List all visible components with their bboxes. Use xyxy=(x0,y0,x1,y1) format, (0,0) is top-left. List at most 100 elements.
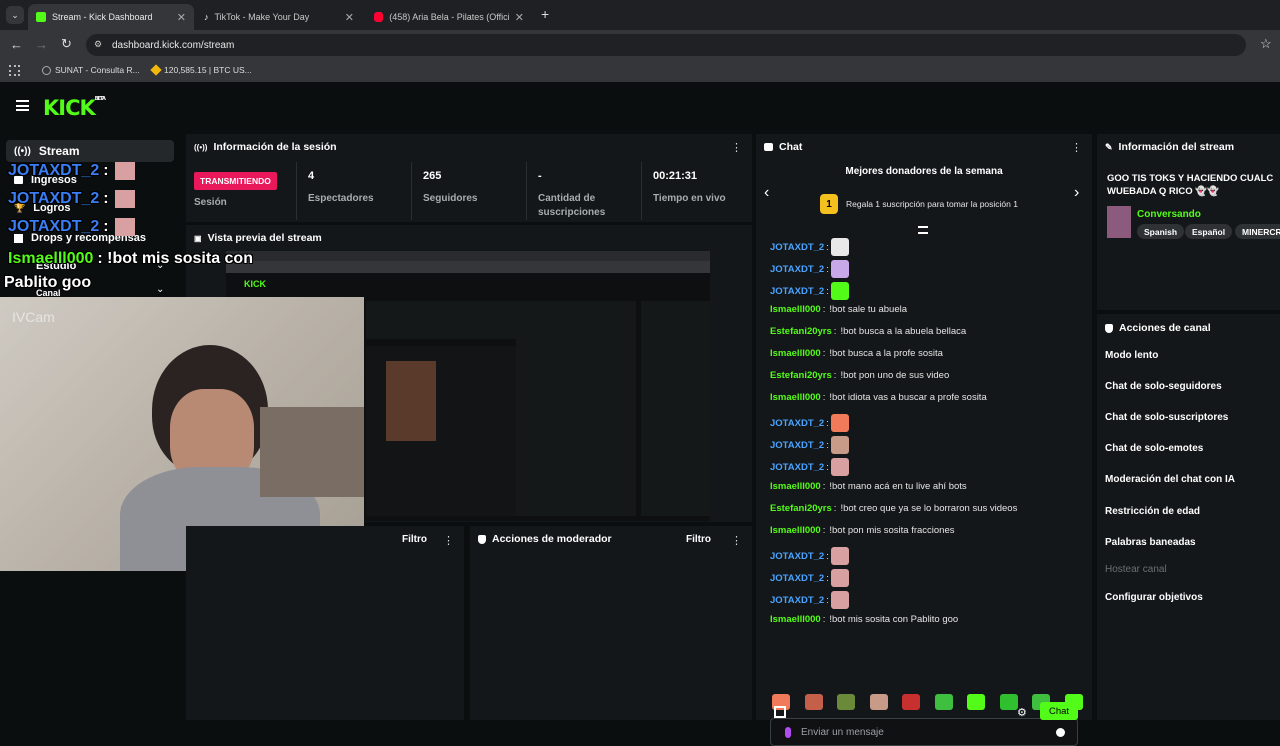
kebab-menu-icon[interactable]: ⋮ xyxy=(1071,141,1082,154)
gear-icon[interactable]: ⚙ xyxy=(1017,706,1027,719)
channel-action-item[interactable]: Moderación del chat con IA xyxy=(1105,474,1235,485)
chat-message[interactable]: Ismaelll000: !bot idiota vas a buscar a p… xyxy=(770,392,987,403)
chat-message[interactable]: JOTAXDT_2: xyxy=(770,414,849,432)
chat-message[interactable]: Estefani20yrs: !bot creo que ya se lo bor… xyxy=(770,503,1017,514)
ivcam-watermark: IVCam xyxy=(12,309,55,325)
chat-username[interactable]: JOTAXDT_2 xyxy=(770,418,824,429)
chat-message[interactable]: JOTAXDT_2: xyxy=(770,569,849,587)
chat-separator: : xyxy=(826,439,829,451)
quick-emote-icon[interactable] xyxy=(999,694,1018,710)
collapse-icon[interactable] xyxy=(918,226,928,234)
chat-username[interactable]: Ismaelll000 xyxy=(770,614,821,625)
channel-action-item[interactable]: Modo lento xyxy=(1105,350,1158,361)
site-info-icon[interactable]: ⚙ xyxy=(94,39,102,50)
tab-list-chevron-icon[interactable]: ⌄ xyxy=(6,6,24,24)
stream-info-panel: ✎ Información del stream GOO TIS TOKS Y … xyxy=(1097,134,1280,310)
filter-button[interactable]: Filtro xyxy=(686,534,711,545)
chat-username[interactable]: JOTAXDT_2 xyxy=(770,440,824,451)
pink-emote-icon xyxy=(830,547,849,565)
chat-message[interactable]: JOTAXDT_2: xyxy=(770,282,849,300)
channel-action-item[interactable]: Chat de solo-seguidores xyxy=(1105,381,1222,392)
browser-tab-youtube[interactable]: (458) Aria Bela - Pilates (Officia ✕ xyxy=(366,4,532,30)
chat-message[interactable]: Ismaelll000: !bot mis sosita con Pablito … xyxy=(770,614,958,625)
chat-message[interactable]: Estefani20yrs: !bot busca a la abuela bel… xyxy=(770,326,966,337)
chat-username[interactable]: JOTAXDT_2 xyxy=(770,264,824,275)
chat-username[interactable]: JOTAXDT_2 xyxy=(770,242,824,253)
bookmark-star-icon[interactable]: ☆ xyxy=(1260,36,1272,52)
gift-icon[interactable] xyxy=(774,706,786,718)
chat-username[interactable]: Estefani20yrs xyxy=(770,326,832,337)
quick-emote-icon[interactable] xyxy=(934,694,953,710)
chat-message[interactable]: JOTAXDT_2: xyxy=(770,436,849,454)
channel-action-item[interactable]: Chat de solo-emotes xyxy=(1105,443,1203,454)
bookmark-btc[interactable]: 120,585.15 | BTC US... xyxy=(150,64,252,76)
bookmark-sunat[interactable]: SUNAT - Consulta R... xyxy=(42,65,140,75)
chevron-left-icon[interactable]: ‹ xyxy=(764,184,769,202)
reload-icon[interactable]: ↻ xyxy=(61,36,72,52)
chat-username[interactable]: JOTAXDT_2 xyxy=(770,573,824,584)
shield-icon xyxy=(1105,323,1113,333)
chevron-down-icon[interactable]: ⌄ xyxy=(156,284,164,295)
chat-username[interactable]: JOTAXDT_2 xyxy=(770,595,824,606)
tag-espanol[interactable]: Español xyxy=(1185,224,1233,239)
chat-message[interactable]: Ismaelll000: !bot pon mis sosita fraccion… xyxy=(770,525,955,536)
category-thumbnail[interactable] xyxy=(1107,206,1131,238)
channel-action-item[interactable]: Chat de solo-suscriptores xyxy=(1105,412,1228,423)
chat-username[interactable]: Ismaelll000 xyxy=(770,525,821,536)
chat-username[interactable]: Ismaelll000 xyxy=(770,348,821,359)
chat-message[interactable]: JOTAXDT_2: xyxy=(770,547,849,565)
tag-spanish[interactable]: Spanish xyxy=(1137,224,1185,239)
sidebar-item-stream-row[interactable]: ((•)) Stream xyxy=(14,144,80,158)
browser-tab-kick[interactable]: Stream - Kick Dashboard ✕ xyxy=(28,4,194,30)
close-tab-icon[interactable]: ✕ xyxy=(177,11,186,24)
chat-message[interactable]: JOTAXDT_2: xyxy=(770,238,849,256)
chat-message[interactable]: Ismaelll000: !bot mano acá en tu live ahí… xyxy=(770,481,967,492)
chat-username[interactable]: JOTAXDT_2 xyxy=(770,462,824,473)
chat-message[interactable]: Ismaelll000: !bot sale tu abuela xyxy=(770,304,907,315)
url-input[interactable]: ⚙ dashboard.kick.com/stream xyxy=(86,34,1246,56)
quick-emote-icon[interactable] xyxy=(869,694,888,710)
chat-username[interactable]: JOTAXDT_2 xyxy=(770,286,824,297)
overlay-text: : xyxy=(103,190,109,208)
filter-button[interactable]: Filtro xyxy=(402,534,427,545)
quick-emote-icon[interactable] xyxy=(837,694,855,710)
chat-text: !bot mis sosita con Pablito goo xyxy=(829,614,959,625)
category-name[interactable]: Conversando xyxy=(1137,209,1201,220)
chat-username[interactable]: Ismaelll000 xyxy=(770,304,821,315)
back-icon[interactable]: ← xyxy=(10,37,23,52)
browser-tab-tiktok[interactable]: ♪ TikTok - Make Your Day ✕ xyxy=(196,4,362,30)
kebab-menu-icon[interactable]: ⋮ xyxy=(731,141,742,154)
apps-grid-icon[interactable] xyxy=(9,65,20,76)
tag-minercr[interactable]: MINERCR xyxy=(1235,224,1280,239)
channel-action-item[interactable]: Palabras baneadas xyxy=(1105,537,1196,548)
chat-message[interactable]: Estefani20yrs: !bot pon uno de sus video xyxy=(770,370,949,381)
chat-username[interactable]: Estefani20yrs xyxy=(770,370,832,381)
quick-emote-icon[interactable] xyxy=(967,694,985,710)
chevron-right-icon[interactable]: › xyxy=(1074,184,1079,202)
kebab-menu-icon[interactable]: ⋮ xyxy=(731,534,742,547)
send-chat-button[interactable]: Chat xyxy=(1040,702,1078,720)
mic-icon[interactable] xyxy=(785,726,791,738)
chat-separator: : xyxy=(822,525,826,536)
chat-message[interactable]: JOTAXDT_2: xyxy=(770,260,849,278)
chat-message[interactable]: JOTAXDT_2: xyxy=(770,458,849,476)
quick-emote-icon[interactable] xyxy=(804,694,823,710)
chat-username[interactable]: Ismaelll000 xyxy=(770,481,821,492)
kebab-menu-icon[interactable]: ⋮ xyxy=(443,534,454,547)
chat-username[interactable]: Estefani20yrs xyxy=(770,503,832,514)
forward-icon[interactable]: → xyxy=(35,37,48,52)
channel-action-item[interactable]: Restricción de edad xyxy=(1105,506,1200,517)
channel-action-item[interactable]: Configurar objetivos xyxy=(1105,592,1203,603)
chat-username[interactable]: Ismaelll000 xyxy=(770,392,821,403)
close-tab-icon[interactable]: ✕ xyxy=(515,11,524,24)
chat-message[interactable]: Ismaelll000: !bot busca a la profe sosita xyxy=(770,348,943,359)
quick-emote-icon[interactable] xyxy=(902,694,920,710)
chat-username[interactable]: JOTAXDT_2 xyxy=(770,551,824,562)
new-tab-icon[interactable]: + xyxy=(541,6,549,22)
close-tab-icon[interactable]: ✕ xyxy=(345,11,354,24)
chat-message[interactable]: JOTAXDT_2: xyxy=(770,591,849,609)
emoji-icon[interactable] xyxy=(1056,727,1065,737)
chat-input[interactable]: Enviar un mensaje xyxy=(770,718,1078,746)
menu-icon[interactable] xyxy=(16,100,29,111)
kick-logo[interactable]: KICKBETA xyxy=(43,96,106,120)
